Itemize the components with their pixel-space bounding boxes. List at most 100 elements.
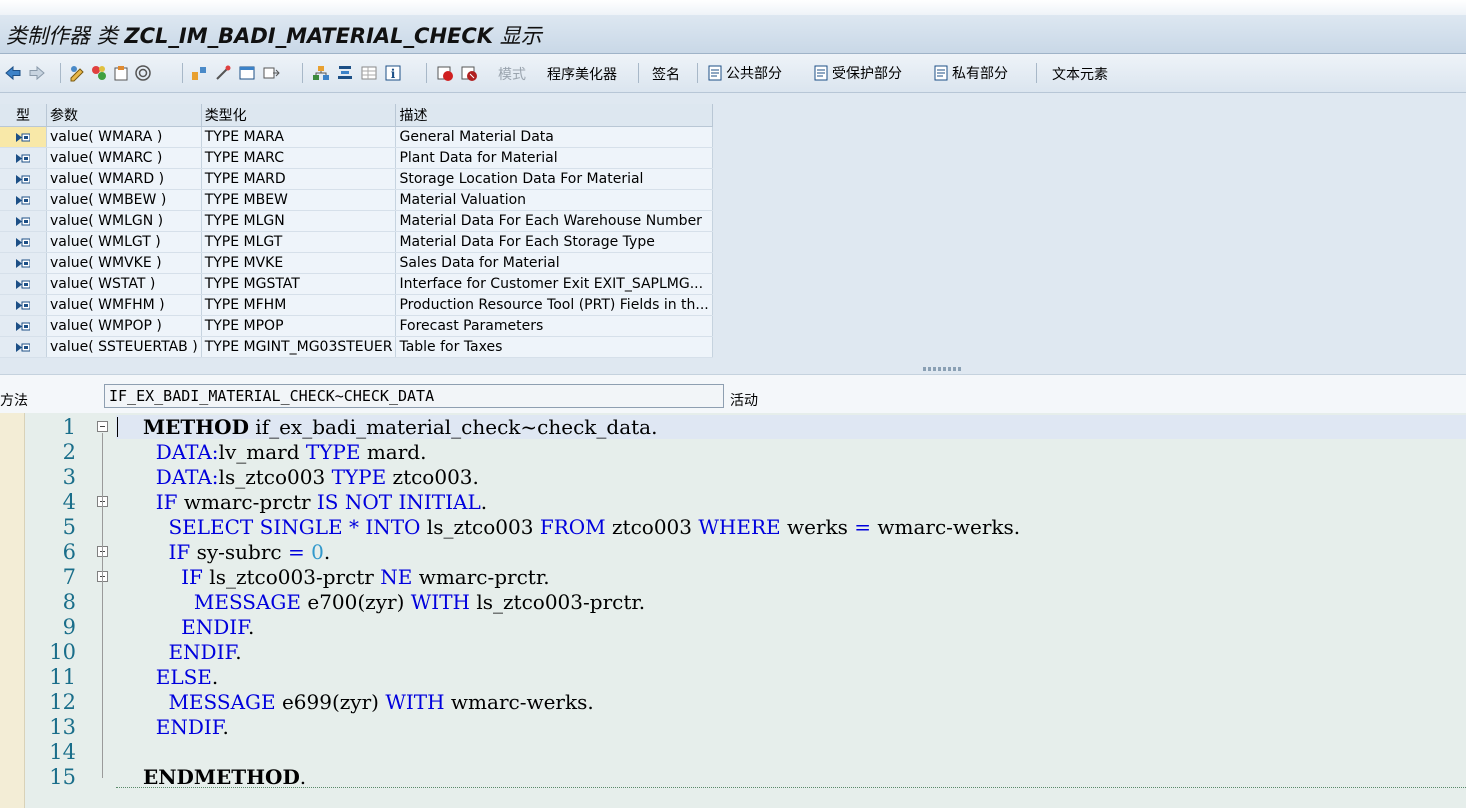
activate-icon[interactable] <box>112 64 130 82</box>
code-line[interactable]: 4 IF wmarc-prctr IS NOT INITIAL. <box>0 490 1466 515</box>
text-elements-button[interactable]: 文本元素 <box>1052 64 1108 84</box>
table-row[interactable]: value( WMLGT ) TYPE MLGT Material Data For… <box>0 231 713 253</box>
param-kind-cell[interactable] <box>0 189 47 211</box>
param-typing-cell[interactable]: TYPE MARD <box>201 168 397 190</box>
session-breakpoint-icon[interactable] <box>460 64 478 82</box>
param-description-cell[interactable]: General Material Data <box>395 126 713 148</box>
param-description-cell[interactable]: Material Valuation <box>395 189 713 211</box>
method-name-field[interactable]: IF_EX_BADI_MATERIAL_CHECK~CHECK_DATA <box>104 384 724 408</box>
param-kind-cell[interactable] <box>0 147 47 169</box>
param-description-cell[interactable]: Material Data For Each Warehouse Number <box>395 210 713 232</box>
param-kind-cell[interactable] <box>0 315 47 337</box>
private-section-button[interactable]: 私有部分 <box>932 62 1008 84</box>
code-line[interactable]: 8 MESSAGE e700(zyr) WITH ls_ztco003-prct… <box>0 590 1466 615</box>
param-typing-cell[interactable]: TYPE MPOP <box>201 315 397 337</box>
column-header-typing[interactable]: 类型化 <box>201 104 397 127</box>
line-number: 10 <box>49 640 76 664</box>
grid-icon[interactable] <box>360 64 378 82</box>
param-description-cell[interactable]: Forecast Parameters <box>395 315 713 337</box>
public-section-button[interactable]: 公共部分 <box>706 62 782 84</box>
code-line[interactable]: 12 MESSAGE e699(zyr) WITH wmarc-werks. <box>0 690 1466 715</box>
param-typing-cell[interactable]: TYPE MVKE <box>201 252 397 274</box>
navigation-window-icon[interactable] <box>238 64 256 82</box>
check-icon[interactable] <box>90 64 108 82</box>
object-list-icon[interactable] <box>214 64 232 82</box>
code-line[interactable]: 6 IF sy-subrc = 0. <box>0 540 1466 565</box>
param-kind-cell[interactable] <box>0 252 47 274</box>
param-kind-cell[interactable] <box>0 126 47 148</box>
code-line[interactable]: 1 METHOD if_ex_badi_material_check~check_… <box>0 415 1466 440</box>
param-kind-cell[interactable] <box>0 336 47 358</box>
collapse-block-icon[interactable] <box>97 421 108 432</box>
test-icon[interactable] <box>134 64 152 82</box>
code-line[interactable]: 10 ENDIF. <box>0 640 1466 665</box>
param-name-cell[interactable]: value( SSTEUERTAB ) <box>46 336 202 358</box>
param-typing-cell[interactable]: TYPE MLGT <box>201 231 397 253</box>
where-used-icon[interactable] <box>190 64 208 82</box>
param-name-cell[interactable]: value( WMBEW ) <box>46 189 202 211</box>
breakpoint-icon[interactable] <box>436 64 454 82</box>
param-name-cell[interactable]: value( WMARD ) <box>46 168 202 190</box>
param-description-cell[interactable]: Plant Data for Material <box>395 147 713 169</box>
param-typing-cell[interactable]: TYPE MARC <box>201 147 397 169</box>
param-name-cell[interactable]: value( WMARC ) <box>46 147 202 169</box>
code-editor[interactable]: 1 METHOD if_ex_badi_material_check~check_… <box>0 413 1466 808</box>
param-typing-cell[interactable]: TYPE MGSTAT <box>201 273 397 295</box>
hierarchy-icon[interactable] <box>336 64 354 82</box>
table-row[interactable]: value( SSTEUERTAB ) TYPE MGINT_MG03STEUER… <box>0 336 713 358</box>
param-kind-cell[interactable] <box>0 231 47 253</box>
code-line[interactable]: 13 ENDIF. <box>0 715 1466 740</box>
info-icon[interactable]: i <box>384 64 402 82</box>
param-typing-cell[interactable]: TYPE MLGN <box>201 210 397 232</box>
table-row[interactable]: value( WMARA ) TYPE MARA General Material … <box>0 126 713 148</box>
param-description-cell[interactable]: Interface for Customer Exit EXIT_SAPLMG.… <box>395 273 713 295</box>
table-row[interactable]: value( WMVKE ) TYPE MVKE Sales Data for Ma… <box>0 252 713 274</box>
param-name-cell[interactable]: value( WMARA ) <box>46 126 202 148</box>
param-description-cell[interactable]: Production Resource Tool (PRT) Fields in… <box>395 294 713 316</box>
code-line[interactable]: 7 IF ls_ztco003-prctr NE wmarc-prctr. <box>0 565 1466 590</box>
back-icon[interactable] <box>4 64 22 82</box>
table-row[interactable]: value( WMBEW ) TYPE MBEW Material Valuatio… <box>0 189 713 211</box>
code-line[interactable]: 11 ELSE. <box>0 665 1466 690</box>
code-line[interactable]: 3 DATA:ls_ztco003 TYPE ztco003. <box>0 465 1466 490</box>
param-description-cell[interactable]: Storage Location Data For Material <box>395 168 713 190</box>
param-typing-cell[interactable]: TYPE MGINT_MG03STEUER <box>201 336 397 358</box>
param-kind-cell[interactable] <box>0 294 47 316</box>
param-name-cell[interactable]: value( WSTAT ) <box>46 273 202 295</box>
column-header-type[interactable]: 型 <box>0 104 47 127</box>
param-typing-cell[interactable]: TYPE MBEW <box>201 189 397 211</box>
code-line[interactable]: 14 <box>0 740 1466 765</box>
param-name-cell[interactable]: value( WMLGT ) <box>46 231 202 253</box>
code-line[interactable]: 5 SELECT SINGLE * INTO ls_ztco003 FROM z… <box>0 515 1466 540</box>
code-line[interactable]: 2 DATA:lv_mard TYPE mard. <box>0 440 1466 465</box>
param-kind-cell[interactable] <box>0 168 47 190</box>
param-typing-cell[interactable]: TYPE MFHM <box>201 294 397 316</box>
toggle-edit-icon[interactable] <box>68 64 86 82</box>
param-name-cell[interactable]: value( WMFHM ) <box>46 294 202 316</box>
splitter-handle[interactable] <box>923 367 961 371</box>
column-header-description[interactable]: 描述 <box>395 104 713 127</box>
param-name-cell[interactable]: value( WMVKE ) <box>46 252 202 274</box>
param-kind-cell[interactable] <box>0 210 47 232</box>
tree-icon[interactable] <box>312 64 330 82</box>
param-description-cell[interactable]: Material Data For Each Storage Type <box>395 231 713 253</box>
pretty-printer-button[interactable]: 程序美化器 <box>547 64 617 84</box>
signature-button[interactable]: 签名 <box>652 64 680 84</box>
split-screen-icon[interactable] <box>262 64 280 82</box>
protected-section-button[interactable]: 受保护部分 <box>812 62 902 84</box>
table-row[interactable]: value( WMLGN ) TYPE MLGN Material Data For… <box>0 210 713 232</box>
table-row[interactable]: value( WMPOP ) TYPE MPOP Forecast Paramete… <box>0 315 713 337</box>
table-row[interactable]: value( WMFHM ) TYPE MFHM Production Resour… <box>0 294 713 316</box>
param-typing-cell[interactable]: TYPE MARA <box>201 126 397 148</box>
forward-icon[interactable] <box>28 64 46 82</box>
param-name-cell[interactable]: value( WMLGN ) <box>46 210 202 232</box>
column-header-parameter[interactable]: 参数 <box>46 104 202 127</box>
param-description-cell[interactable]: Table for Taxes <box>395 336 713 358</box>
table-row[interactable]: value( WSTAT ) TYPE MGSTAT Interface for C… <box>0 273 713 295</box>
param-name-cell[interactable]: value( WMPOP ) <box>46 315 202 337</box>
param-description-cell[interactable]: Sales Data for Material <box>395 252 713 274</box>
table-row[interactable]: value( WMARC ) TYPE MARC Plant Data for Ma… <box>0 147 713 169</box>
param-kind-cell[interactable] <box>0 273 47 295</box>
table-row[interactable]: value( WMARD ) TYPE MARD Storage Location … <box>0 168 713 190</box>
code-line[interactable]: 9 ENDIF. <box>0 615 1466 640</box>
